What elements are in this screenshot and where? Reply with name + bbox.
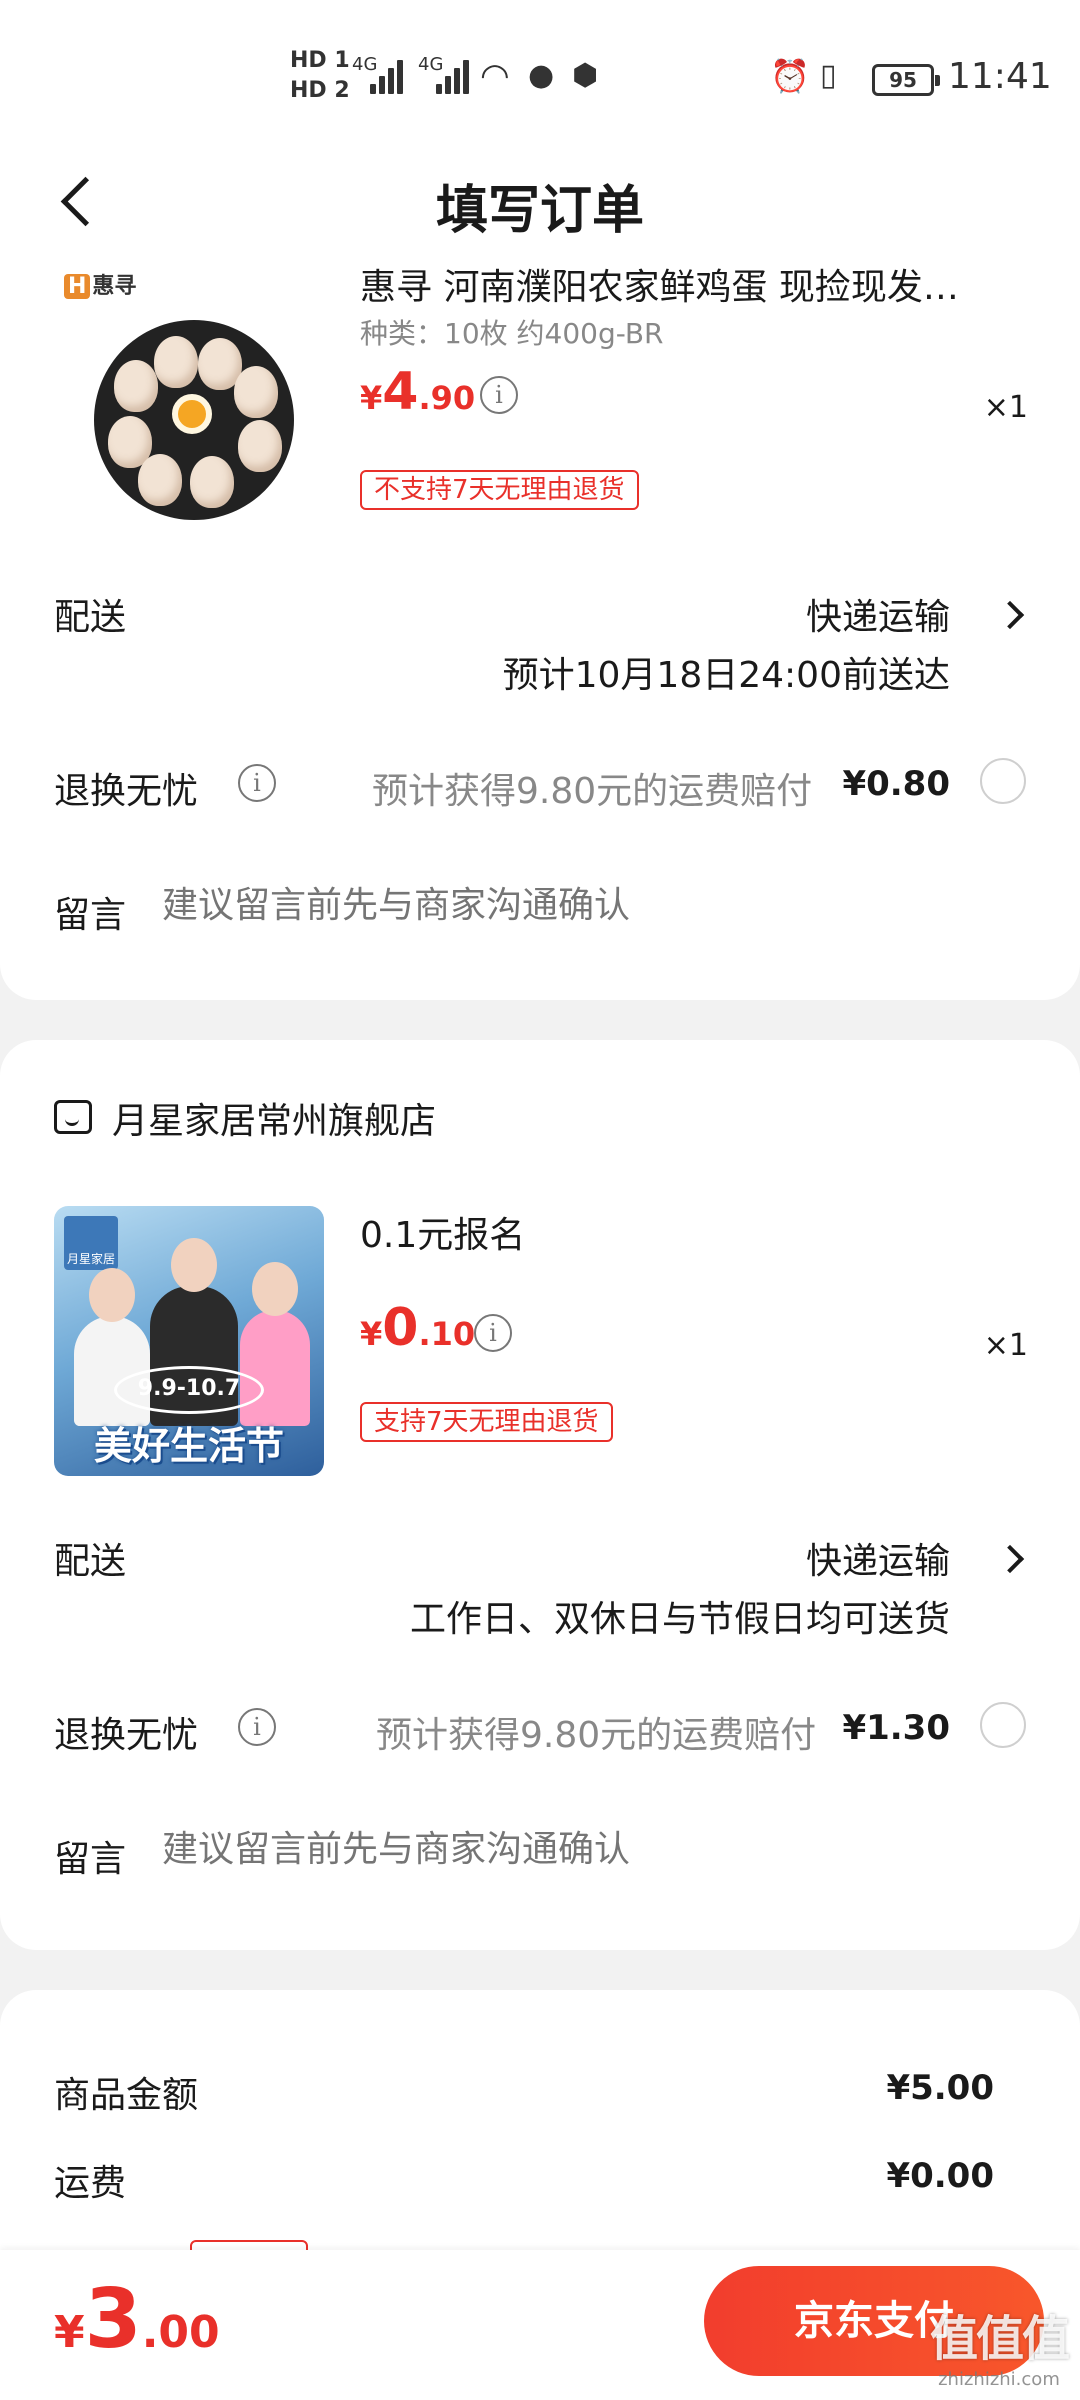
hd2-label: HD 2 [290, 78, 350, 103]
product-title: 0.1元报名 [360, 1215, 526, 1256]
alarm-icon: ⏰ [770, 57, 810, 95]
egg-bowl-image [94, 320, 294, 520]
delivery-method: 快递运输 [805, 597, 950, 638]
poster-title: 美好生活节 [93, 1424, 284, 1468]
product-spec: 种类：10枚 约400g-BR [360, 317, 664, 350]
product-item[interactable]: H 惠寻 惠寻 河南濮阳农家鲜鸡蛋 现捡现发… 种类：10枚 约400g-BR ¥… [0, 250, 1080, 540]
watermark: 值值值 zhizhizhi.com [929, 2311, 1070, 2390]
poster-logo: 月星家居 [64, 1216, 118, 1270]
chevron-right-icon [995, 600, 1025, 630]
delivery-eta: 预计10月18日24:00前送达 [502, 655, 950, 696]
order-card-2: 月星家居常州旗舰店 月星家居 9.9-10.7 美好生活节 0.1元报名 ¥0.… [0, 1040, 1080, 1950]
delivery-method: 快递运输 [805, 1541, 950, 1582]
quantity: ×1 [983, 1328, 1028, 1363]
header: 填写订单 [0, 140, 1080, 260]
goods-amount-value: ¥5.00 [886, 2068, 994, 2108]
quantity: ×1 [983, 390, 1028, 425]
product-price: ¥4.90 [360, 362, 476, 422]
worry-free-hint: 预计获得9.80元的运费赔付 [372, 771, 813, 812]
product-price: ¥0.10 [360, 1298, 476, 1358]
shipping-value: ¥0.00 [886, 2156, 994, 2196]
battery-icon: 95 [872, 64, 940, 96]
brand-logo: H 惠寻 [64, 268, 136, 300]
note-input[interactable] [162, 884, 962, 926]
return-policy-tag: 支持7天无理由退货 [360, 1402, 613, 1442]
note-label: 留言 [54, 1839, 127, 1880]
poster-date: 9.9-10.7 [114, 1366, 264, 1414]
status-bar: HD 1 HD 2 4G 4G ◠ ● ⬢ ⏰ ▯ 95 11:41 [0, 0, 1080, 140]
vibrate-icon: ▯ [820, 58, 837, 93]
product-item[interactable]: 月星家居 9.9-10.7 美好生活节 0.1元报名 ¥0.10 i ×1 支持… [0, 1206, 1080, 1496]
note-input[interactable] [162, 1828, 962, 1870]
hd-indicator: HD 1 HD 2 [290, 46, 350, 106]
note-label: 留言 [54, 895, 127, 936]
worry-free-fee: ¥0.80 [842, 764, 950, 804]
checkout-bar: ¥3.00 京东支付 值值值 zhizhizhi.com [0, 2250, 1080, 2400]
worry-free-fee: ¥1.30 [842, 1708, 950, 1748]
product-image[interactable]: H 惠寻 [54, 268, 324, 538]
worry-free-hint: 预计获得9.80元的运费赔付 [376, 1715, 817, 1756]
delivery-note: 工作日、双休日与节假日均可送货 [409, 1599, 950, 1640]
total-price: ¥3.00 [54, 2272, 220, 2367]
store-icon [54, 1100, 92, 1134]
goods-amount-label: 商品金额 [54, 2075, 199, 2116]
delivery-label: 配送 [54, 1541, 127, 1582]
hexagon-app-icon: ⬢ [572, 58, 599, 93]
store-name[interactable]: 月星家居常州旗舰店 [112, 1092, 436, 1144]
price-info-icon[interactable]: i [474, 1314, 512, 1352]
wechat-icon: ● [528, 58, 555, 93]
worry-free-info-icon[interactable]: i [238, 1708, 276, 1746]
worry-free-info-icon[interactable]: i [238, 764, 276, 802]
worry-free-label: 退换无忧 [54, 771, 199, 812]
worry-free-label: 退换无忧 [54, 1715, 199, 1756]
worry-free-radio[interactable] [980, 1702, 1026, 1748]
return-policy-tag: 不支持7天无理由退货 [360, 470, 639, 510]
product-title: 惠寻 河南濮阳农家鲜鸡蛋 现捡现发… [360, 267, 959, 308]
product-image[interactable]: 月星家居 9.9-10.7 美好生活节 [54, 1206, 324, 1476]
shipping-label: 运费 [54, 2163, 127, 2204]
delivery-label: 配送 [54, 597, 127, 638]
chevron-right-icon [995, 1544, 1025, 1574]
wifi-icon: ◠ [480, 56, 510, 96]
poster-person [240, 1262, 310, 1426]
clock: 11:41 [948, 56, 1052, 97]
order-card-1: H 惠寻 惠寻 河南濮阳农家鲜鸡蛋 现捡现发… 种类：10枚 约400g-BR ¥… [0, 250, 1080, 1000]
page-title: 填写订单 [435, 181, 644, 241]
price-info-icon[interactable]: i [480, 376, 518, 414]
worry-free-radio[interactable] [980, 758, 1026, 804]
signal-icon-2 [436, 58, 476, 94]
hd1-label: HD 1 [290, 48, 350, 73]
signal-icon [370, 58, 410, 94]
